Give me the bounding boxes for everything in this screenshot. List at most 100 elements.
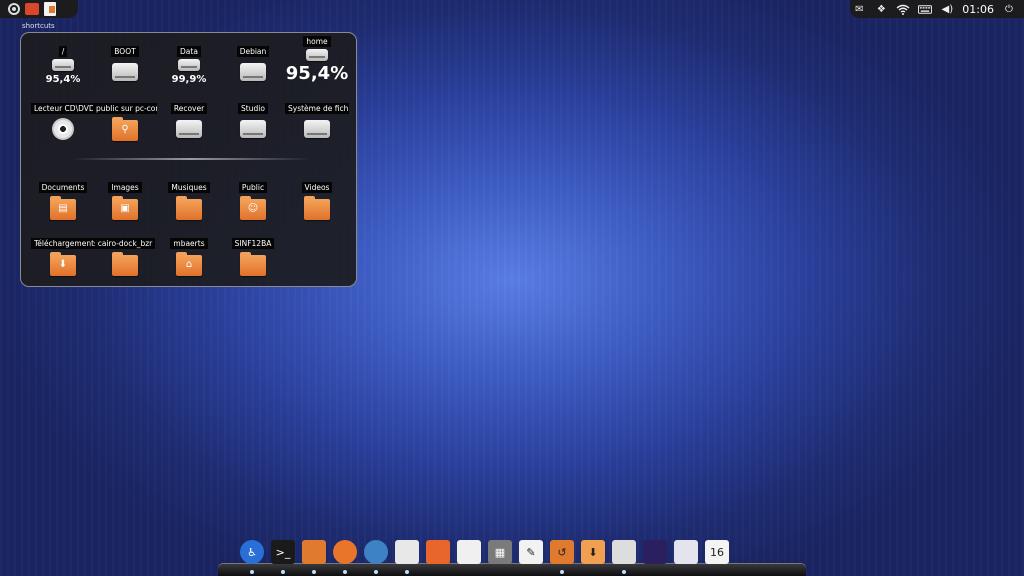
folder-mbaerts[interactable]: mbaerts ⌂ xyxy=(159,238,219,276)
folder-icon: ☺ xyxy=(240,196,266,220)
running-indicator xyxy=(312,570,316,574)
drive-icon xyxy=(240,63,266,81)
folder-icon xyxy=(304,196,330,220)
download-folder-icon[interactable]: ⬇ xyxy=(581,540,605,564)
drive-usage: 99,9% xyxy=(171,74,207,85)
drive-icon xyxy=(52,59,74,71)
top-left-launcher xyxy=(0,0,78,18)
desklet-icon[interactable] xyxy=(643,540,667,564)
drive-cdrom[interactable]: Lecteur CD\DVD xyxy=(31,103,95,140)
wifi-icon[interactable] xyxy=(896,3,910,15)
dropbox-icon[interactable]: ❖ xyxy=(874,3,888,15)
presentation-icon[interactable] xyxy=(457,540,481,564)
separator xyxy=(71,158,311,160)
document-icon[interactable] xyxy=(44,2,56,16)
folder-label: Public xyxy=(238,182,268,193)
drive-label: Debian xyxy=(236,46,270,57)
shortcuts-panel: / 95,4% BOOT Data 99,9% Debian home 95,4… xyxy=(20,32,357,287)
running-indicator xyxy=(281,570,285,574)
folder-cairo-dock-bzr[interactable]: cairo-dock_bzr xyxy=(94,238,156,276)
folder-public[interactable]: Public ☺ xyxy=(223,182,283,220)
folder-icon[interactable] xyxy=(25,3,39,15)
folder-label: cairo-dock_bzr xyxy=(94,238,156,249)
power-icon[interactable]: ⏻ xyxy=(1002,3,1016,15)
running-indicator xyxy=(343,570,347,574)
network-folder-icon: ⚲ xyxy=(112,117,138,141)
folder-documents[interactable]: Documents ▤ xyxy=(33,182,93,220)
drive-icon xyxy=(176,120,202,138)
backup-icon[interactable]: ↺ xyxy=(550,540,574,574)
drive-root[interactable]: / 95,4% xyxy=(33,46,93,85)
running-indicator xyxy=(374,570,378,574)
chat-icon[interactable] xyxy=(395,540,419,574)
folder-icon: ⬇ xyxy=(50,252,76,276)
keyboard-icon[interactable] xyxy=(918,3,933,15)
drive-label: / xyxy=(58,46,68,57)
system-tray: ✉ ❖ ◀) 01:06 ⏻ xyxy=(850,0,1024,18)
folder-label: Musiques xyxy=(168,182,210,193)
folder-label: Videos xyxy=(301,182,333,193)
running-indicator xyxy=(622,570,626,574)
ubuntu-icon[interactable] xyxy=(8,3,20,15)
accessibility-icon[interactable]: ♿ xyxy=(240,540,264,574)
folder-icon: ⌂ xyxy=(176,252,202,276)
folder-label: mbaerts xyxy=(170,238,208,249)
drive-label: Studio xyxy=(238,103,268,114)
folder-sinf12ba[interactable]: SINF12BA xyxy=(223,238,283,276)
drive-label: Lecteur CD\DVD xyxy=(31,103,95,114)
window-icon[interactable] xyxy=(674,540,698,564)
drive-label: Data xyxy=(177,46,201,57)
folder-label: Documents xyxy=(38,182,88,193)
folder-videos[interactable]: Videos xyxy=(287,182,347,220)
folder-icon: ▣ xyxy=(112,196,138,220)
drive-boot[interactable]: BOOT xyxy=(95,46,155,81)
drive-icon xyxy=(304,120,330,138)
folder-icon: ▤ xyxy=(50,196,76,220)
drive-icon xyxy=(306,49,328,61)
drive-icon xyxy=(240,120,266,138)
folder-telechargements[interactable]: Téléchargements ⬇ xyxy=(31,238,95,276)
folder-label: Images xyxy=(108,182,142,193)
file-manager-icon[interactable] xyxy=(302,540,326,574)
drive-label: Recover xyxy=(170,103,208,114)
folder-icon xyxy=(112,252,138,276)
folder-label: Téléchargements xyxy=(31,238,95,249)
folder-icon xyxy=(176,196,202,220)
dock-base xyxy=(218,564,806,576)
dock-icons: ♿ >_ ▦ ✎ ↺ ⬇ 16 xyxy=(240,536,729,574)
terminal-icon[interactable]: >_ xyxy=(271,540,295,574)
dock: ♿ >_ ▦ ✎ ↺ ⬇ 16 xyxy=(218,536,806,576)
text-editor-icon[interactable]: ✎ xyxy=(519,540,543,564)
calendar-icon[interactable]: 16 xyxy=(705,540,729,564)
disc-icon xyxy=(52,118,74,140)
drive-home[interactable]: home 95,4% xyxy=(285,36,349,84)
folder-icon xyxy=(240,252,266,276)
running-indicator xyxy=(560,570,564,574)
drive-data[interactable]: Data 99,9% xyxy=(159,46,219,85)
running-indicator xyxy=(250,570,254,574)
folder-musiques[interactable]: Musiques xyxy=(159,182,219,220)
network-share[interactable]: public sur pc-com ⚲ xyxy=(93,103,157,141)
drive-icon xyxy=(112,63,138,81)
software-center-icon[interactable] xyxy=(426,540,450,564)
drive-studio[interactable]: Studio xyxy=(223,103,283,138)
drive-label: Système de fichie xyxy=(285,103,349,114)
firefox-icon[interactable] xyxy=(333,540,357,574)
drive-filesystem[interactable]: Système de fichie xyxy=(285,103,349,138)
clock[interactable]: 01:06 xyxy=(962,3,994,16)
drive-usage: 95,4% xyxy=(285,63,349,84)
running-indicator xyxy=(405,570,409,574)
drive-icon xyxy=(178,59,200,71)
calculator-icon[interactable]: ▦ xyxy=(488,540,512,564)
drive-usage: 95,4% xyxy=(45,74,81,85)
drive-recover[interactable]: Recover xyxy=(159,103,219,138)
thunderbird-icon[interactable] xyxy=(364,540,388,574)
qr-code-icon[interactable] xyxy=(612,540,636,574)
volume-icon[interactable]: ◀) xyxy=(940,3,954,15)
shortcuts-label: shortcuts xyxy=(22,22,55,30)
drive-label: public sur pc-com xyxy=(93,103,157,114)
drive-debian[interactable]: Debian xyxy=(223,46,283,81)
mail-icon[interactable]: ✉ xyxy=(852,3,866,15)
drive-label: home xyxy=(303,36,331,47)
folder-images[interactable]: Images ▣ xyxy=(95,182,155,220)
